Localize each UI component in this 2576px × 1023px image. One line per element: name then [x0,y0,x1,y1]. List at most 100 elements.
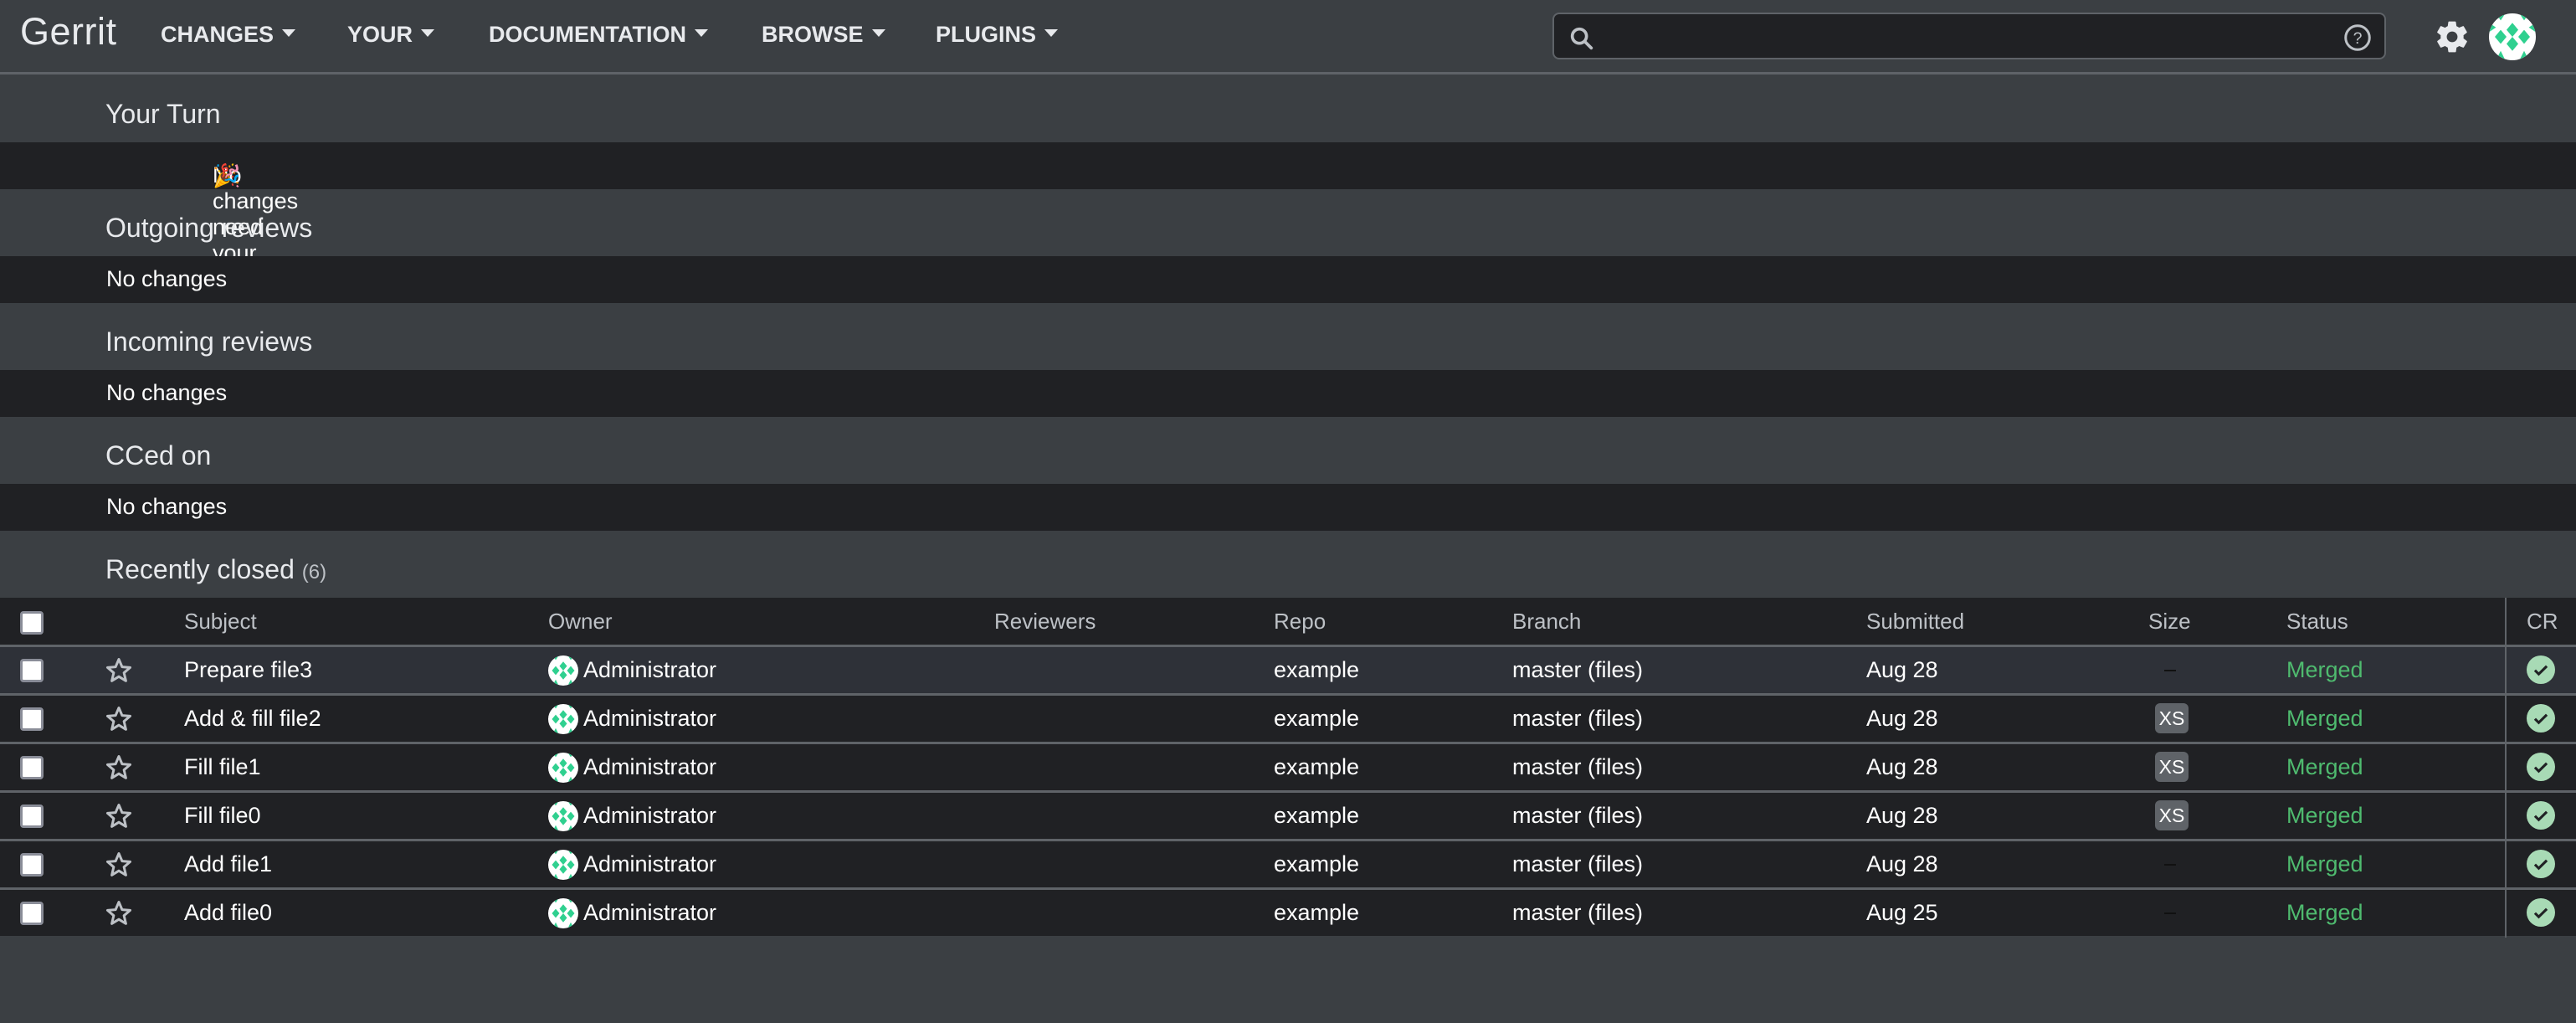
section-title-incoming: Incoming reviews [105,326,313,357]
table-row[interactable]: Add & fill file2 Administrator example mast… [0,696,2576,744]
nav-plugins[interactable]: PLUGINS [936,22,1059,48]
branch-link[interactable]: master (files) [1512,657,1643,683]
table-row[interactable]: Fill file0 Administrator example master (fi… [0,793,2576,841]
empty-text: No changes [106,266,228,291]
cr-approved-icon [2527,655,2555,684]
change-subject-link[interactable]: Fill file0 [184,803,261,829]
repo-link[interactable]: example [1274,706,1359,732]
branch-link[interactable]: master (files) [1512,706,1643,732]
search-box[interactable]: ? [1552,13,2386,59]
caret-down-icon [694,29,708,38]
owner-name[interactable]: Administrator [583,803,716,829]
col-branch: Branch [1512,609,1582,634]
cr-approved-icon [2527,850,2555,878]
row-checkbox[interactable] [20,707,44,731]
col-reviewers: Reviewers [994,609,1096,634]
caret-down-icon [1044,29,1059,38]
row-checkbox[interactable] [20,805,44,828]
caret-down-icon [871,29,885,38]
change-subject-link[interactable]: Add file1 [184,851,272,877]
change-subject-link[interactable]: Add file0 [184,900,272,926]
top-header: Gerrit CHANGES YOUR DOCUMENTATION BROWSE… [0,0,2576,75]
star-icon[interactable] [104,753,134,783]
status-badge: Merged [2286,657,2363,682]
col-status: Status [2286,609,2348,634]
col-owner: Owner [548,609,613,634]
star-icon[interactable] [104,898,134,928]
col-cr: CR [2527,609,2558,634]
col-subject: Subject [184,609,257,634]
owner-name[interactable]: Administrator [583,754,716,780]
section-title-your-turn: Your Turn [105,99,221,129]
change-subject-link[interactable]: Prepare file3 [184,657,312,683]
nav-your[interactable]: YOUR [347,22,435,48]
owner-name[interactable]: Administrator [583,900,716,926]
avatar[interactable] [2489,13,2536,60]
section-cced-empty: No changes [0,484,2576,531]
change-subject-link[interactable]: Add & fill file2 [184,706,321,732]
cr-approved-icon [2527,753,2555,781]
change-subject-link[interactable]: Fill file1 [184,754,261,780]
size-empty [2164,864,2176,866]
search-icon [1570,27,1593,50]
owner-name[interactable]: Administrator [583,657,716,683]
section-title-outgoing: Outgoing reviews [105,213,313,243]
help-icon[interactable]: ? [2343,23,2373,53]
status-badge: Merged [2286,706,2363,731]
row-checkbox[interactable] [20,659,44,682]
section-title-text: Recently closed [105,554,295,584]
cr-approved-icon [2527,704,2555,733]
repo-link[interactable]: example [1274,900,1359,926]
table-row[interactable]: Fill file1 Administrator example master (fi… [0,744,2576,793]
table-header: Subject Owner Reviewers Repo Branch Subm… [0,598,2576,647]
table-row[interactable]: Prepare file3 Administrator example master … [0,647,2576,696]
search-input[interactable] [1608,19,2331,54]
col-size: Size [2148,609,2191,634]
star-icon[interactable] [104,704,134,734]
nav-label: YOUR [347,22,413,47]
submitted-date: Aug 25 [1866,900,1938,925]
nav-documentation[interactable]: DOCUMENTATION [489,22,708,48]
branch-link[interactable]: master (files) [1512,754,1643,780]
status-badge: Merged [2286,851,2363,876]
row-checkbox[interactable] [20,756,44,779]
repo-link[interactable]: example [1274,803,1359,829]
gear-icon[interactable] [2434,18,2471,55]
submitted-date: Aug 28 [1866,706,1938,731]
row-checkbox[interactable] [20,902,44,925]
repo-link[interactable]: example [1274,851,1359,877]
star-icon[interactable] [104,801,134,831]
owner-avatar [548,704,578,734]
size-badge: XS [2155,752,2189,782]
size-badge: XS [2155,800,2189,830]
owner-avatar [548,753,578,783]
nav-label: CHANGES [161,22,275,47]
owner-name[interactable]: Administrator [583,706,716,732]
cr-approved-icon [2527,801,2555,830]
nav-changes[interactable]: CHANGES [161,22,296,48]
branch-link[interactable]: master (files) [1512,803,1643,829]
col-submitted: Submitted [1866,609,1965,634]
size-empty [2164,912,2176,914]
select-all-checkbox[interactable] [20,611,44,635]
repo-link[interactable]: example [1274,657,1359,683]
star-icon[interactable] [104,655,134,686]
change-count: (6) [301,561,327,583]
status-badge: Merged [2286,900,2363,925]
repo-link[interactable]: example [1274,754,1359,780]
table-row[interactable]: Add file1 Administrator example master (fil… [0,841,2576,890]
row-checkbox[interactable] [20,853,44,876]
size-badge: XS [2155,703,2189,733]
owner-name[interactable]: Administrator [583,851,716,877]
gerrit-logo[interactable]: Gerrit [20,10,117,54]
svg-text:?: ? [2353,29,2363,48]
table-row[interactable]: Add file0 Administrator example master (fil… [0,890,2576,936]
submitted-date: Aug 28 [1866,657,1938,682]
caret-down-icon [421,29,435,38]
nav-browse[interactable]: BROWSE [762,22,885,48]
branch-link[interactable]: master (files) [1512,900,1643,926]
owner-avatar [548,655,578,686]
star-icon[interactable] [104,850,134,880]
branch-link[interactable]: master (files) [1512,851,1643,877]
section-title-recently-closed: Recently closed (6) [105,554,326,585]
